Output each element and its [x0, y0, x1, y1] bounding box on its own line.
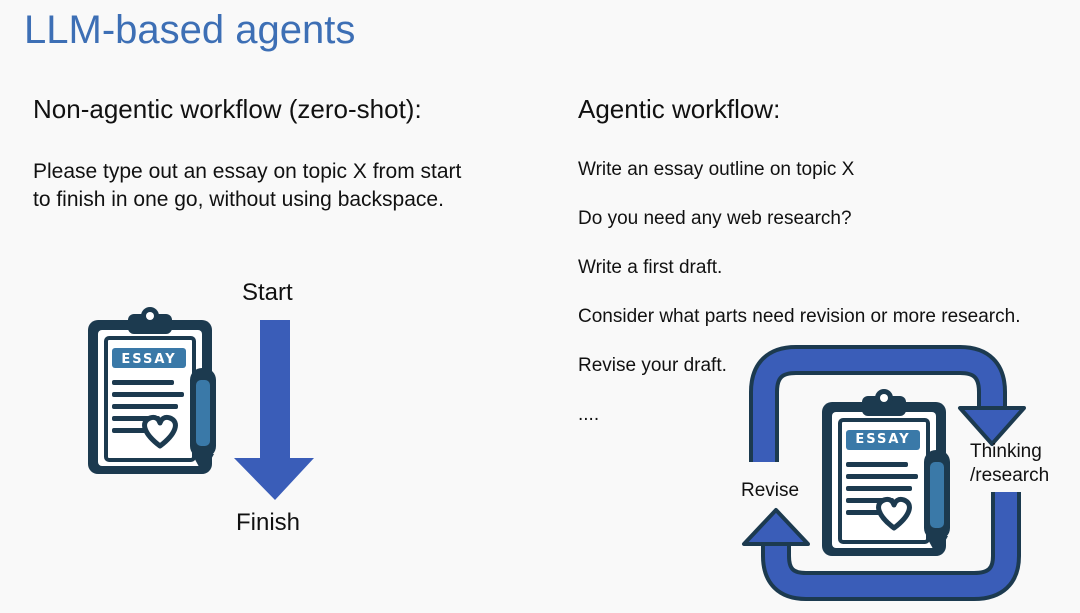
non-agentic-heading: Non-agentic workflow (zero-shot): [33, 94, 422, 124]
thinking-label-line2: /research [970, 465, 1050, 486]
start-label: Start [242, 279, 293, 306]
finish-label: Finish [236, 509, 301, 536]
list-item: Write an essay outline on topic X [578, 159, 855, 180]
thinking-label-line1: Thinking [970, 441, 1042, 462]
list-item: Write a first draft. [578, 257, 723, 278]
thinking-research-label: Thinking /research [970, 440, 1049, 488]
clipboard-icon [822, 389, 950, 556]
zero-shot-prompt: Please type out an essay on topic X from… [33, 160, 462, 211]
slide: LLM-based agents Non-agentic workflow (z… [0, 0, 1080, 613]
list-item: Consider what parts need revision or mor… [578, 306, 1021, 327]
clipboard-icon [88, 307, 216, 474]
list-item: Do you need any web research? [578, 208, 852, 229]
revise-label: Revise [741, 480, 800, 501]
agentic-heading: Agentic workflow: [578, 94, 781, 124]
slide-title: LLM-based agents [24, 8, 356, 52]
clipboard-label-right: ESSAY [855, 432, 911, 447]
down-arrow-icon [234, 320, 314, 500]
clipboard-label-left: ESSAY [121, 352, 177, 367]
